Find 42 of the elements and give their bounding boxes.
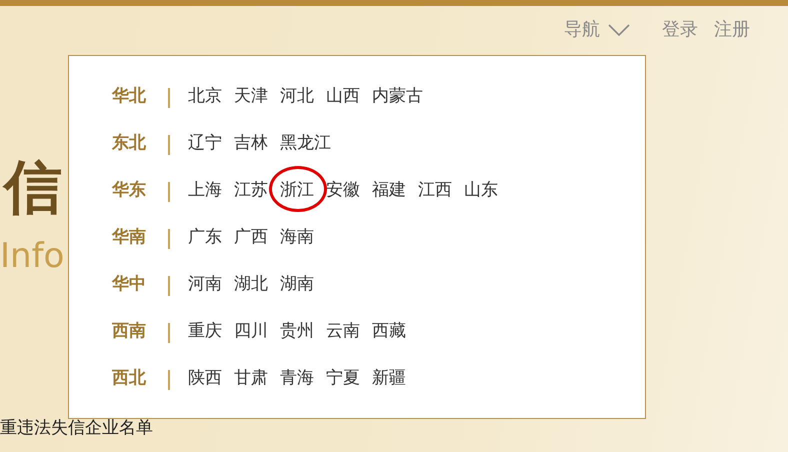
- province-link[interactable]: 河北: [280, 86, 314, 106]
- province-link[interactable]: 天津: [234, 86, 268, 106]
- province-link[interactable]: 山西: [326, 86, 360, 106]
- province-link[interactable]: 上海: [188, 180, 222, 200]
- page-text: 重违法失信企业名单: [0, 417, 153, 440]
- region-label[interactable]: 华南: [112, 225, 156, 250]
- province-link[interactable]: 广西: [234, 227, 268, 247]
- province-link[interactable]: 江西: [418, 180, 452, 200]
- province-link[interactable]: 福建: [372, 180, 406, 200]
- province-link[interactable]: 辽宁: [188, 133, 222, 153]
- chevron-down-icon[interactable]: [608, 24, 630, 36]
- province-link[interactable]: 黑龙江: [280, 133, 331, 153]
- province-link[interactable]: 宁夏: [326, 368, 360, 388]
- province-link[interactable]: 甘肃: [234, 368, 268, 388]
- province-link[interactable]: 湖北: [234, 274, 268, 294]
- region-label[interactable]: 西南: [112, 319, 156, 344]
- province-link[interactable]: 青海: [280, 368, 314, 388]
- province-link[interactable]: 山东: [464, 180, 498, 200]
- province-link[interactable]: 云南: [326, 321, 360, 341]
- region-label[interactable]: 东北: [112, 131, 156, 156]
- logo-title: 信: [2, 152, 63, 223]
- province-link[interactable]: 湖南: [280, 274, 314, 294]
- region-label[interactable]: 华东: [112, 178, 156, 204]
- region-label[interactable]: 西北: [112, 366, 156, 392]
- province-link[interactable]: 新疆: [372, 368, 406, 388]
- province-link[interactable]: 贵州: [280, 321, 314, 341]
- province-link[interactable]: 海南: [280, 227, 314, 247]
- province-link[interactable]: 安徽: [326, 180, 360, 200]
- logo-subtitle: Info: [0, 239, 66, 274]
- province-link[interactable]: 吉林: [234, 133, 268, 153]
- region-label[interactable]: 华中: [112, 272, 156, 298]
- province-link[interactable]: 陕西: [188, 368, 222, 388]
- province-link[interactable]: 内蒙古: [372, 86, 423, 106]
- province-link[interactable]: 西藏: [372, 321, 406, 341]
- province-link[interactable]: 广东: [188, 227, 222, 247]
- region-label[interactable]: 华北: [112, 84, 156, 110]
- province-link[interactable]: 四川: [234, 321, 268, 341]
- province-link[interactable]: 浙江: [280, 180, 314, 200]
- province-link[interactable]: 重庆: [188, 321, 222, 341]
- province-link[interactable]: 北京: [188, 86, 222, 106]
- province-link[interactable]: 江苏: [234, 180, 268, 200]
- province-link[interactable]: 河南: [188, 274, 222, 294]
